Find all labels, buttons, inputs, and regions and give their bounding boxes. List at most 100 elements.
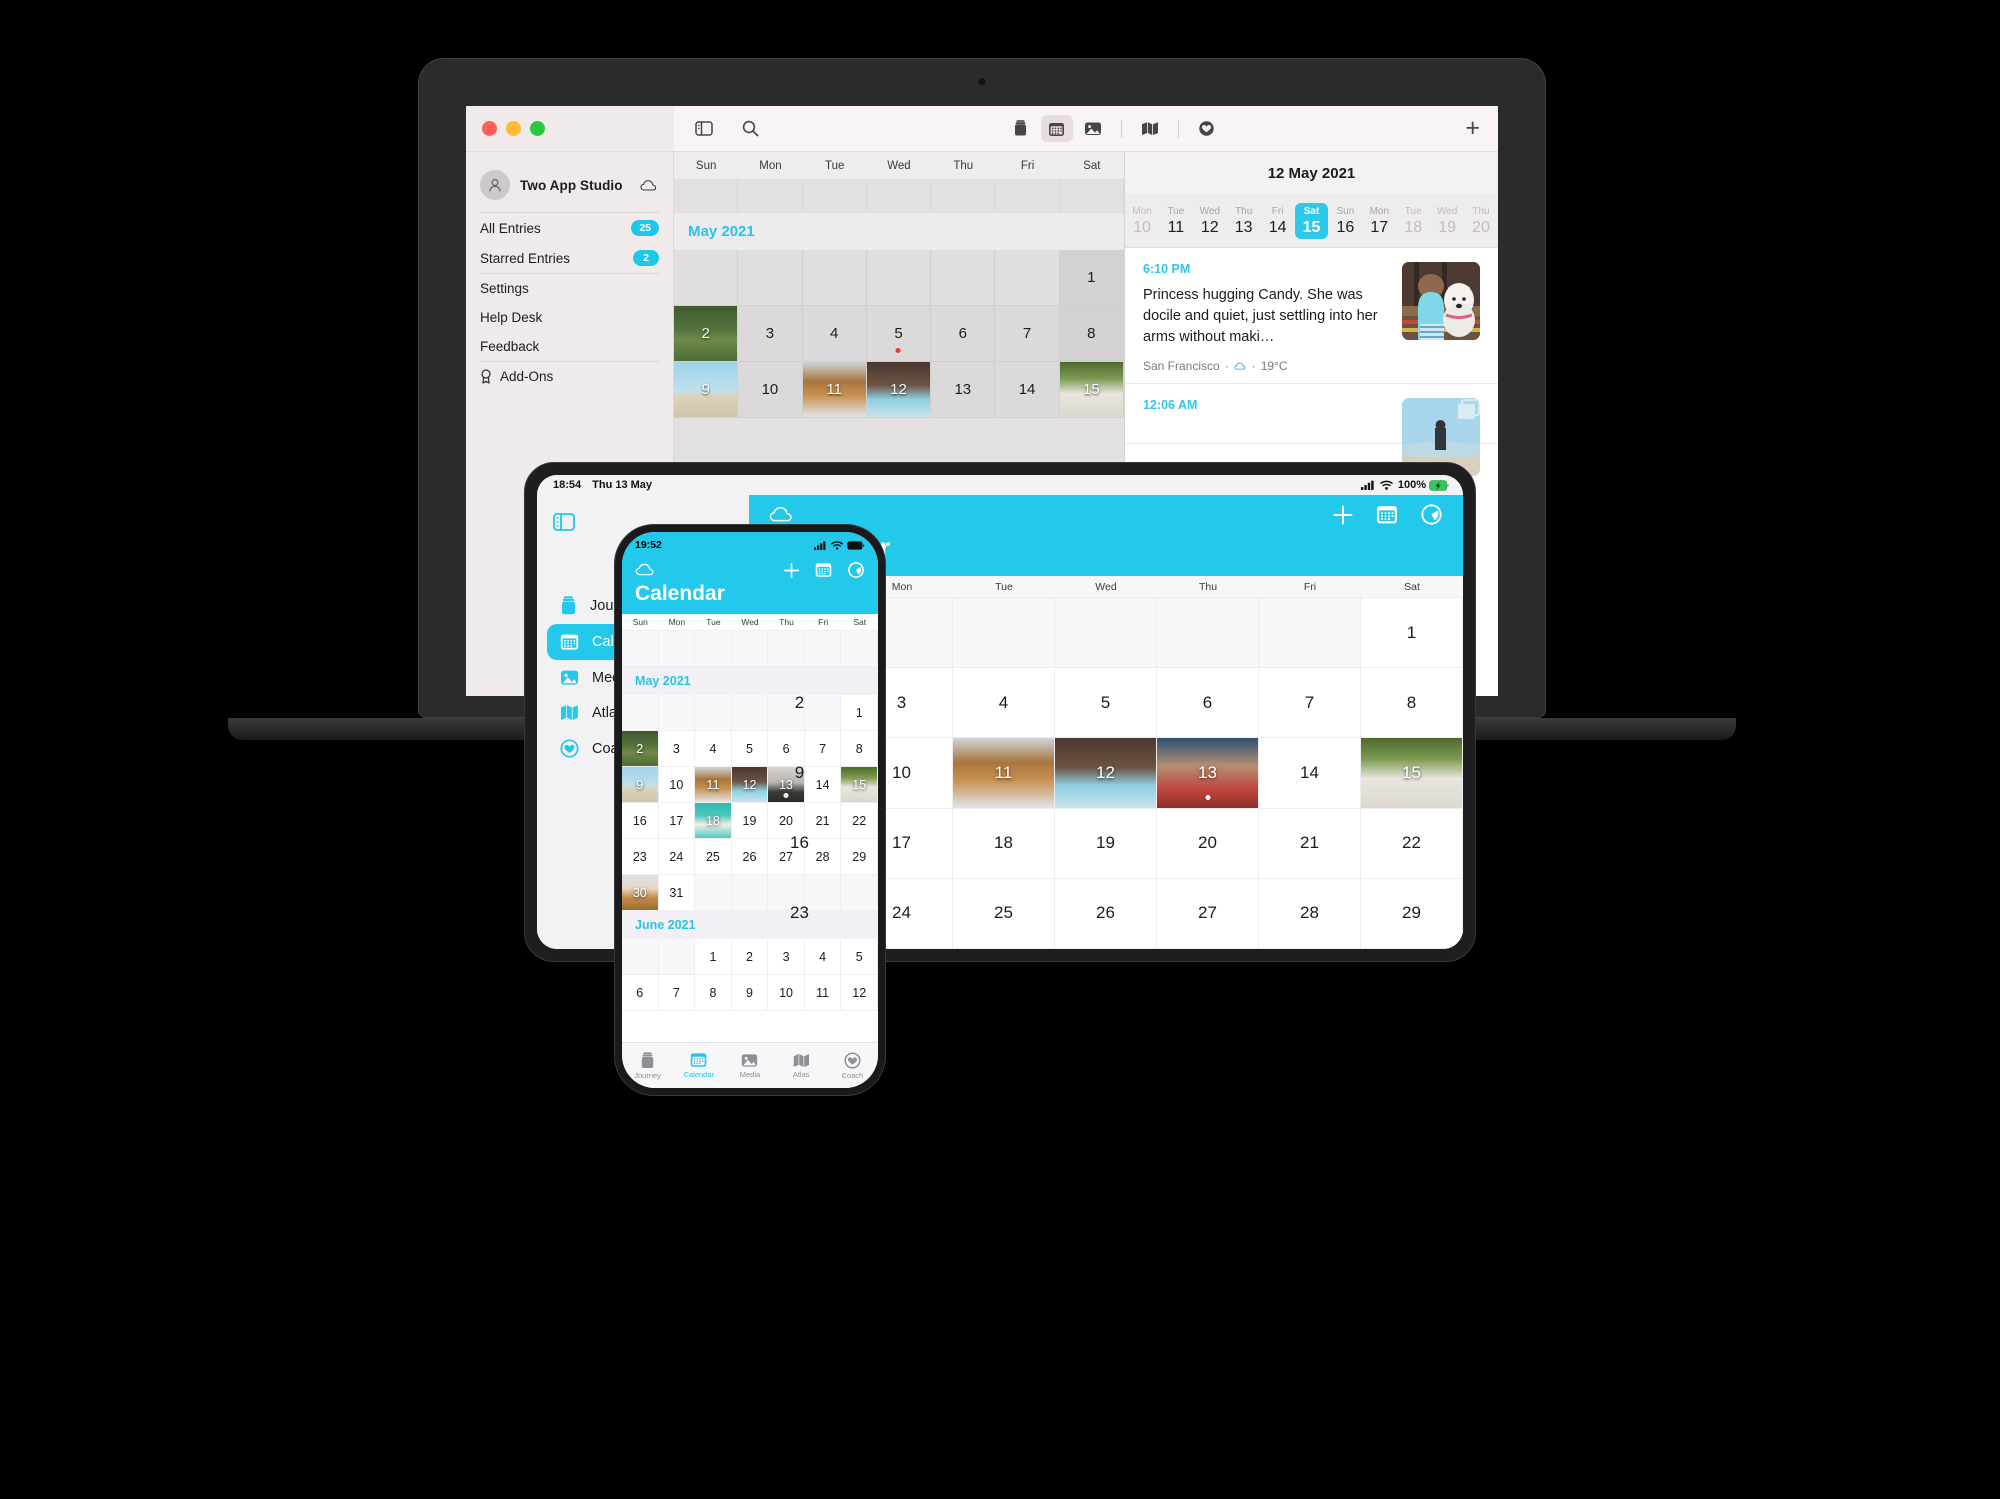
calendar-cell[interactable]: 14 bbox=[1259, 738, 1361, 809]
calendar-cell[interactable]: 2 bbox=[731, 939, 769, 975]
calendar-cell[interactable]: 12 bbox=[841, 975, 878, 1011]
calendar-cell[interactable]: 8 bbox=[1361, 668, 1463, 739]
mac-tab-atlas[interactable] bbox=[1134, 115, 1166, 142]
date-strip-item[interactable]: Thu 13 bbox=[1227, 205, 1261, 237]
calendar-cell[interactable]: 17 bbox=[658, 803, 696, 839]
calendar-cell[interactable]: 10 bbox=[738, 362, 803, 418]
calendar-cell[interactable]: 20 bbox=[1157, 808, 1259, 879]
calendar-cell[interactable]: 6 bbox=[622, 975, 659, 1011]
sidebar-item-add-ons[interactable]: Add-Ons bbox=[466, 362, 673, 391]
sidebar-toggle-icon[interactable] bbox=[553, 513, 575, 531]
calendar-cell[interactable]: 6 bbox=[768, 731, 805, 767]
calendar-cell[interactable]: 18 bbox=[953, 808, 1055, 879]
iphone-settings-button[interactable] bbox=[847, 561, 865, 579]
calendar-cell[interactable]: 9 bbox=[731, 975, 769, 1011]
calendar-cell[interactable]: 6 bbox=[1157, 668, 1259, 739]
calendar-cell[interactable]: 7 bbox=[1259, 668, 1361, 739]
calendar-cell[interactable]: 21 bbox=[804, 803, 842, 839]
calendar-cell[interactable]: 11 bbox=[695, 767, 732, 803]
date-strip-item[interactable]: Thu 20 bbox=[1464, 205, 1498, 237]
calendar-cell[interactable]: 22 bbox=[1361, 808, 1463, 879]
mac-tab-journey[interactable] bbox=[1005, 115, 1037, 142]
mac-add-entry-button[interactable]: + bbox=[1465, 116, 1480, 141]
date-strip-item[interactable]: Wed 19 bbox=[1430, 205, 1464, 237]
calendar-cell[interactable]: 28 bbox=[804, 839, 842, 875]
calendar-cell[interactable]: 2 bbox=[622, 731, 659, 767]
calendar-cell[interactable]: 7 bbox=[804, 731, 842, 767]
calendar-cell[interactable]: 13 bbox=[931, 362, 996, 418]
calendar-cell[interactable]: 12 bbox=[866, 362, 932, 418]
date-strip-item[interactable]: Mon 10 bbox=[1125, 205, 1159, 237]
calendar-cell[interactable]: 31 bbox=[658, 875, 696, 911]
calendar-cell[interactable]: 22 bbox=[841, 803, 878, 839]
calendar-cell[interactable]: 4 bbox=[953, 668, 1055, 739]
iphone-tab-atlas[interactable]: Atlas bbox=[776, 1053, 827, 1079]
calendar-cell[interactable]: 26 bbox=[1055, 878, 1157, 949]
close-button[interactable] bbox=[482, 121, 497, 136]
entry-card[interactable]: 12:06 AM bbox=[1125, 384, 1498, 476]
calendar-cell[interactable]: 25 bbox=[953, 878, 1055, 949]
calendar-cell[interactable]: 3 bbox=[658, 731, 696, 767]
minimize-button[interactable] bbox=[506, 121, 521, 136]
date-strip-item[interactable]: Tue 11 bbox=[1159, 205, 1193, 237]
calendar-cell[interactable]: 8 bbox=[841, 731, 878, 767]
calendar-cell[interactable]: 9 bbox=[674, 362, 739, 418]
calendar-cell[interactable]: 16 bbox=[622, 803, 659, 839]
sidebar-toggle-icon[interactable] bbox=[692, 117, 716, 141]
cloud-icon[interactable] bbox=[769, 506, 795, 524]
mac-tab-media[interactable] bbox=[1077, 115, 1109, 142]
calendar-cell[interactable]: 18 bbox=[695, 803, 732, 839]
calendar-cell[interactable]: 19 bbox=[1055, 808, 1157, 879]
calendar-cell[interactable]: 12 bbox=[1055, 738, 1157, 809]
calendar-cell[interactable]: 4 bbox=[802, 306, 867, 362]
search-icon[interactable] bbox=[738, 117, 762, 141]
sidebar-item-all-entries[interactable]: All Entries 25 bbox=[466, 213, 673, 243]
calendar-cell[interactable]: 3 bbox=[768, 939, 805, 975]
calendar-cell[interactable]: 23 bbox=[622, 839, 659, 875]
calendar-cell[interactable]: 19 bbox=[731, 803, 769, 839]
calendar-cell[interactable]: 15 bbox=[841, 767, 878, 803]
calendar-cell[interactable]: 5 bbox=[841, 939, 878, 975]
calendar-cell[interactable]: 10 bbox=[658, 767, 696, 803]
cloud-icon[interactable] bbox=[635, 563, 656, 577]
calendar-cell[interactable]: 8 bbox=[695, 975, 732, 1011]
date-strip-item-selected[interactable]: Sat 15 bbox=[1294, 202, 1329, 239]
sidebar-item-feedback[interactable]: Feedback bbox=[466, 332, 673, 361]
calendar-cell[interactable]: 11 bbox=[953, 738, 1055, 809]
calendar-cell[interactable]: 25 bbox=[695, 839, 732, 875]
account-row[interactable]: Two App Studio bbox=[466, 166, 673, 212]
mac-tab-calendar[interactable] bbox=[1040, 115, 1073, 142]
sidebar-item-settings[interactable]: Settings bbox=[466, 274, 673, 303]
calendar-cell[interactable]: 15 bbox=[1059, 362, 1124, 418]
calendar-cell[interactable]: 8 bbox=[1059, 306, 1124, 362]
calendar-cell[interactable]: 30 bbox=[622, 875, 659, 911]
calendar-cell[interactable]: 11 bbox=[804, 975, 842, 1011]
calendar-cell[interactable]: 5 bbox=[731, 731, 769, 767]
calendar-cell[interactable]: 21 bbox=[1259, 808, 1361, 879]
ipad-today-button[interactable] bbox=[1376, 504, 1398, 525]
sidebar-item-help-desk[interactable]: Help Desk bbox=[466, 303, 673, 332]
ipad-settings-button[interactable] bbox=[1420, 503, 1443, 526]
calendar-cell[interactable]: 1 bbox=[1059, 250, 1124, 306]
calendar-cell[interactable]: 12 bbox=[731, 767, 769, 803]
ipad-add-entry-button[interactable] bbox=[1332, 504, 1354, 526]
calendar-cell[interactable]: 7 bbox=[658, 975, 696, 1011]
iphone-tab-calendar[interactable]: Calendar bbox=[673, 1052, 724, 1079]
calendar-cell[interactable]: 24 bbox=[658, 839, 696, 875]
calendar-cell[interactable]: 27 bbox=[1157, 878, 1259, 949]
calendar-cell[interactable]: 26 bbox=[731, 839, 769, 875]
calendar-cell[interactable]: 7 bbox=[995, 306, 1060, 362]
calendar-cell[interactable]: 29 bbox=[1361, 878, 1463, 949]
calendar-cell[interactable]: 5 bbox=[866, 306, 932, 362]
sidebar-item-starred-entries[interactable]: Starred Entries 2 bbox=[466, 243, 673, 273]
iphone-add-entry-button[interactable] bbox=[783, 562, 800, 579]
date-strip-item[interactable]: Wed 12 bbox=[1193, 205, 1227, 237]
calendar-cell[interactable]: 6 bbox=[931, 306, 996, 362]
date-strip-item[interactable]: Tue 18 bbox=[1396, 205, 1430, 237]
calendar-cell[interactable]: 4 bbox=[804, 939, 842, 975]
entry-thumbnail[interactable] bbox=[1402, 262, 1480, 340]
calendar-cell[interactable]: 11 bbox=[802, 362, 867, 418]
calendar-cell[interactable]: 14 bbox=[804, 767, 842, 803]
calendar-cell[interactable]: 29 bbox=[841, 839, 878, 875]
date-strip-item[interactable]: Sun 16 bbox=[1328, 205, 1362, 237]
